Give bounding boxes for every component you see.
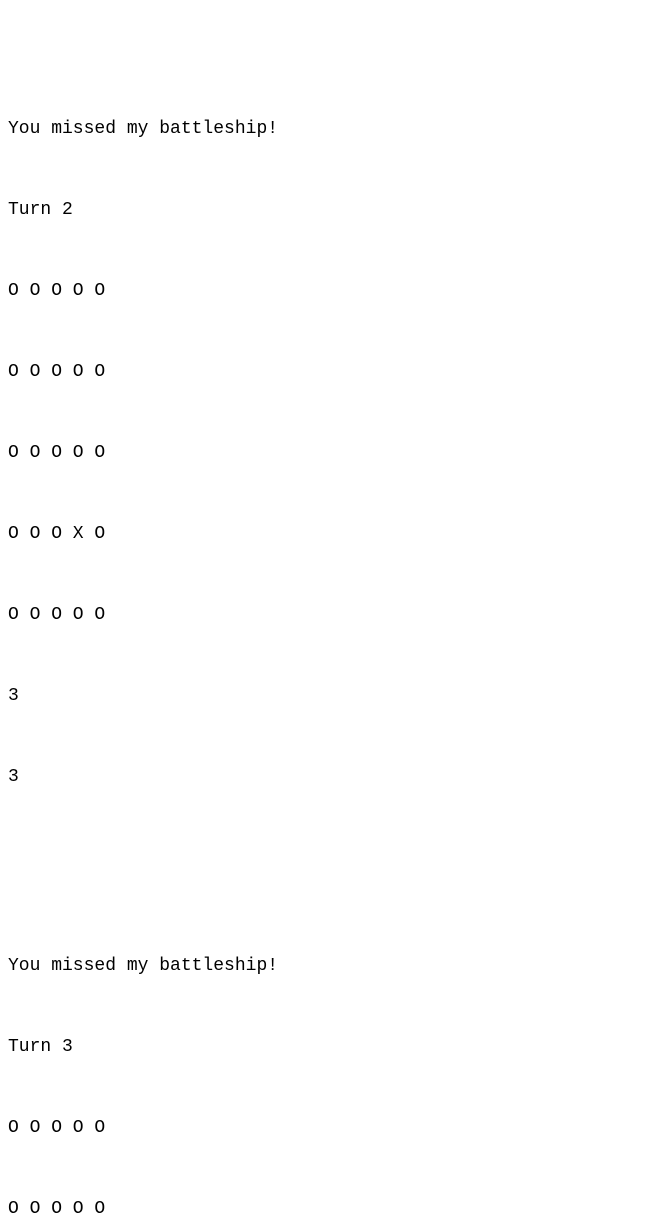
input-1-1: 3 [8,683,662,710]
miss-message-1: You missed my battleship! [8,116,662,143]
grid-row-2-1: O O O O O [8,1115,662,1142]
miss-message-2: You missed my battleship! [8,953,662,980]
turn-label-1: Turn 2 [8,197,662,224]
grid-row-1-3: O O O O O [8,440,662,467]
grid-row-1-4: O O O X O [8,521,662,548]
grid-row-1-2: O O O O O [8,359,662,386]
input-1-2: 3 [8,764,662,791]
grid-row-2-2: O O O O O [8,1196,662,1223]
block-2: You missed my battleship! Turn 3 O O O O… [8,899,662,1232]
turn-label-2: Turn 3 [8,1034,662,1061]
block-1: You missed my battleship! Turn 2 O O O O… [8,62,662,845]
game-output: You missed my battleship! Turn 2 O O O O… [8,8,662,1232]
grid-row-1-1: O O O O O [8,278,662,305]
